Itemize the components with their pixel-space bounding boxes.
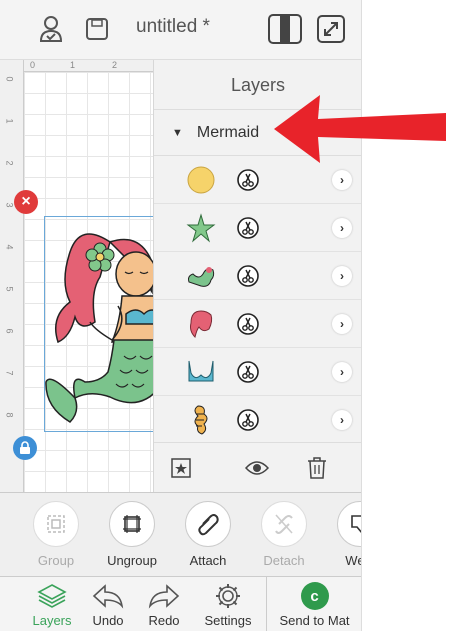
attach-label: Attach: [189, 553, 227, 568]
ruler-tick: 1: [70, 60, 76, 70]
actions-bar: Group Ungroup Attach Detach Weld: [0, 492, 361, 576]
selection-box[interactable]: [44, 216, 156, 432]
chevron-right-icon[interactable]: ›: [332, 314, 352, 334]
fullscreen-icon[interactable]: [316, 14, 346, 44]
nav-redo-label: Redo: [148, 613, 180, 628]
weld-label: Weld: [345, 553, 361, 568]
undo-icon: [76, 581, 140, 611]
ruler-tick: 3: [4, 202, 15, 208]
ungroup-icon: [109, 501, 155, 547]
ungroup-label: Ungroup: [107, 553, 157, 568]
gear-icon: [196, 581, 260, 611]
nav-settings[interactable]: Settings: [196, 581, 260, 628]
lock-icon[interactable]: [13, 436, 37, 460]
top-bar: untitled *: [0, 0, 361, 60]
seahorse-thumbnail-icon: [184, 260, 218, 292]
ruler-tick: 8: [4, 412, 15, 418]
nav-layers-label: Layers: [32, 613, 72, 628]
left-ruler: 0 1 2 3 4 5 6 7 8: [0, 60, 24, 492]
image-star-icon[interactable]: [168, 455, 194, 481]
ruler-tick: 2: [4, 160, 15, 166]
chevron-right-icon[interactable]: ›: [332, 170, 352, 190]
collapse-triangle-icon[interactable]: ▼: [172, 127, 183, 139]
nav-redo[interactable]: Redo: [132, 581, 196, 628]
scissors-icon[interactable]: [237, 313, 259, 335]
ruler-tick: 2: [112, 60, 118, 70]
layer-row[interactable]: ›: [154, 204, 361, 252]
cricut-c-icon: c: [300, 582, 329, 610]
chevron-right-icon[interactable]: ›: [332, 362, 352, 382]
layer-group-name: Mermaid: [196, 123, 260, 141]
layer-tools-bar: [154, 442, 361, 492]
detach-button[interactable]: Detach: [246, 501, 322, 568]
chevron-right-icon[interactable]: ›: [332, 266, 352, 286]
scissors-icon[interactable]: [237, 409, 259, 431]
nav-undo-label: Undo: [92, 613, 124, 628]
weld-icon: [337, 501, 361, 547]
scissors-icon[interactable]: [237, 361, 259, 383]
group-button[interactable]: Group: [18, 501, 94, 568]
trash-icon[interactable]: [304, 455, 330, 481]
ruler-tick: 1: [4, 118, 15, 124]
hair-thumbnail-icon: [184, 308, 218, 340]
group-icon: [33, 501, 79, 547]
ruler-tick: 0: [4, 76, 15, 82]
weld-button[interactable]: Weld: [322, 501, 361, 568]
layer-row[interactable]: ›: [154, 300, 361, 348]
attach-button[interactable]: Attach: [170, 501, 246, 568]
nav-undo[interactable]: Undo: [76, 581, 140, 628]
scissors-icon[interactable]: [237, 265, 259, 287]
detach-label: Detach: [263, 553, 305, 568]
project-title: untitled *: [136, 16, 210, 37]
scissors-icon[interactable]: [237, 169, 259, 191]
details-thumbnail-icon: [184, 404, 218, 436]
paperclip-icon: [185, 501, 231, 547]
yellow-circle-thumbnail-icon: [184, 164, 218, 196]
send-to-mat-label: Send to Mat: [279, 613, 350, 628]
account-icon[interactable]: [36, 14, 66, 44]
detach-icon: [261, 501, 307, 547]
red-arrow-annotation: [274, 95, 446, 163]
group-label: Group: [37, 553, 75, 568]
layer-row[interactable]: ›: [154, 396, 361, 444]
ungroup-button[interactable]: Ungroup: [94, 501, 170, 568]
bottom-nav: Layers Undo Redo Settings c Send to Mat: [0, 576, 361, 631]
ruler-tick: 4: [4, 244, 15, 250]
redo-icon: [132, 581, 196, 611]
chevron-right-icon[interactable]: ›: [332, 410, 352, 430]
layer-row[interactable]: ›: [154, 252, 361, 300]
ruler-tick: 6: [4, 328, 15, 334]
send-to-mat-button[interactable]: c Send to Mat: [266, 577, 361, 631]
top-thumbnail-icon: [184, 356, 218, 388]
scissors-icon[interactable]: [237, 217, 259, 239]
nav-settings-label: Settings: [204, 613, 252, 628]
nav-layers[interactable]: Layers: [20, 581, 84, 628]
starfish-thumbnail-icon: [184, 212, 218, 244]
chevron-right-icon[interactable]: ›: [332, 218, 352, 238]
layer-row[interactable]: ›: [154, 348, 361, 396]
layers-panel-toggle-icon[interactable]: [266, 14, 304, 44]
save-icon[interactable]: [82, 14, 112, 44]
ruler-tick: 5: [4, 286, 15, 292]
delete-icon[interactable]: ×: [14, 190, 38, 214]
ruler-tick: 7: [4, 370, 15, 376]
eye-icon[interactable]: [244, 455, 270, 481]
layers-icon: [20, 581, 84, 611]
ruler-tick: 0: [30, 60, 36, 70]
